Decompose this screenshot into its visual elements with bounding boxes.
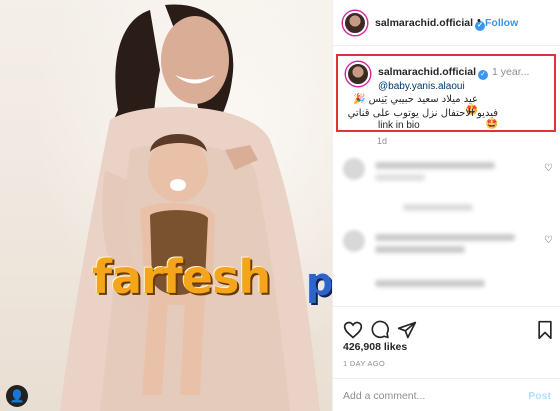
comment-row	[343, 276, 553, 300]
comment-row: ♡	[343, 230, 553, 254]
caption-time: 1 year...	[492, 66, 530, 78]
comment-like-icon[interactable]: ♡	[544, 235, 553, 246]
header-username[interactable]: salmarachid.official ✓	[375, 17, 486, 31]
post-comment-button[interactable]: Post	[528, 390, 551, 402]
caption-link-in-bio: link in bio	[378, 120, 420, 131]
comment-blurred-text	[375, 280, 485, 287]
caption-header: salmarachid.official ✓ 1 year...	[378, 66, 529, 80]
comment-blurred-meta	[375, 174, 425, 181]
comment-row: ♡	[343, 158, 553, 182]
comment-like-icon[interactable]: ♡	[544, 163, 553, 174]
add-comment-input[interactable]: Add a comment...	[343, 390, 425, 402]
caption-username[interactable]: salmarachid.official	[378, 66, 476, 78]
caption-verified-icon: ✓	[478, 70, 489, 80]
comment-blurred-meta	[403, 204, 473, 211]
comment-avatar	[343, 230, 365, 252]
caption-mention[interactable]: @baby.yanis.alaoui	[378, 81, 465, 92]
post-side-panel: salmarachid.official ✓ • Follow salmarach…	[332, 0, 560, 411]
user-tag-icon[interactable]: 👤	[6, 385, 28, 407]
bookmark-icon[interactable]	[535, 320, 555, 340]
comment-avatar	[343, 158, 365, 180]
follow-button[interactable]: Follow	[485, 17, 518, 29]
caption-age: 1d	[377, 136, 388, 146]
caption-highlight: salmarachid.official ✓ 1 year... @baby.yan…	[336, 54, 556, 132]
likes-count[interactable]: 426,908 likes	[343, 341, 407, 353]
post-header: salmarachid.official ✓ • Follow	[333, 0, 560, 46]
heart-icon[interactable]	[343, 320, 363, 340]
comment-blurred-text	[375, 246, 465, 253]
avatar[interactable]	[343, 11, 367, 35]
header-username-text[interactable]: salmarachid.official	[375, 17, 473, 29]
post-photo[interactable]: farfesh plus.com 👤	[0, 0, 332, 411]
comment-blurred-text	[375, 234, 515, 241]
share-icon[interactable]	[397, 320, 417, 340]
comment-blurred-text	[375, 162, 495, 169]
separator-dot: •	[477, 15, 481, 27]
caption-avatar[interactable]	[346, 62, 370, 86]
comment-icon[interactable]	[370, 320, 390, 340]
photo-illustration	[60, 4, 320, 411]
comment-bar: Add a comment... Post	[333, 378, 560, 411]
comment-row	[343, 198, 553, 222]
post-timestamp: 1 DAY AGO	[343, 359, 386, 368]
